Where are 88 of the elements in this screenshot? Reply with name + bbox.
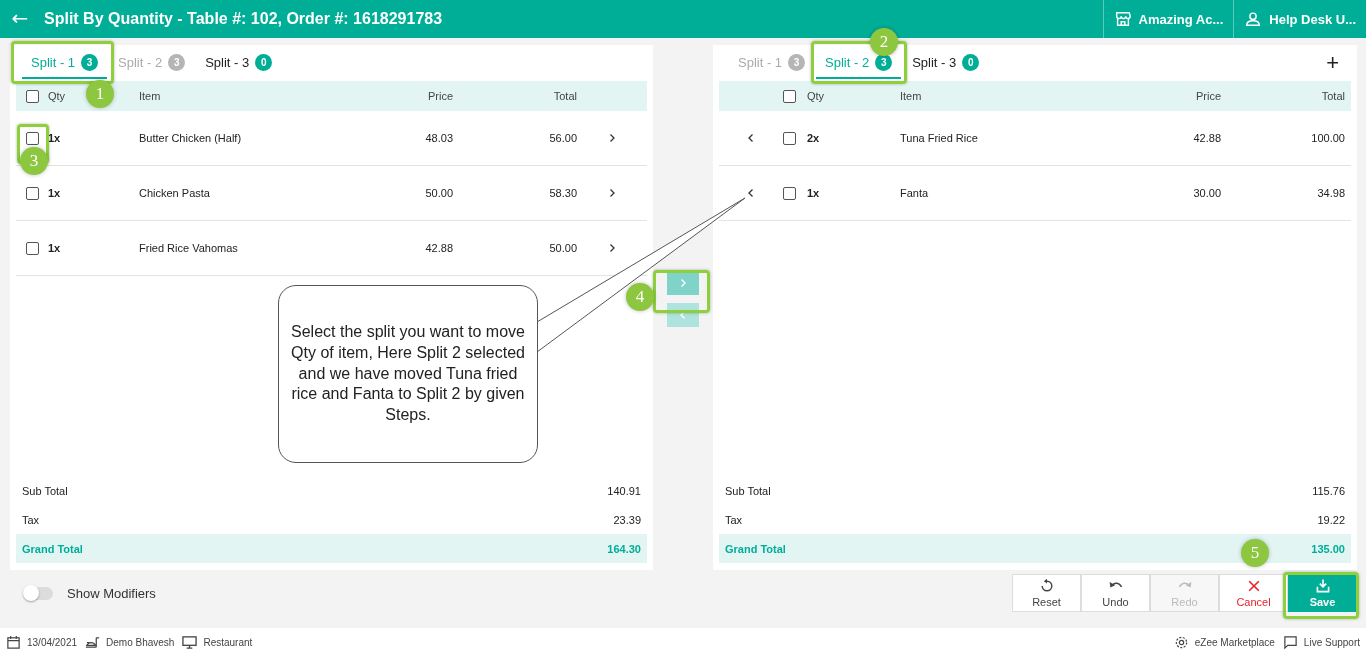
status-text: 13/04/2021 <box>27 637 78 648</box>
total-cell: 56.00 <box>549 132 577 144</box>
column-header: Price <box>1195 90 1221 102</box>
grand-total-value: 135.00 <box>1311 542 1345 555</box>
qty-cell: 2x <box>807 132 820 144</box>
column-header: Item <box>139 90 161 102</box>
grand-total-label: Grand Total <box>22 542 83 555</box>
footer-link[interactable]: Live Support <box>1303 637 1360 648</box>
download-icon <box>1314 578 1331 594</box>
count-badge: 3 <box>875 53 893 71</box>
grand-total-value: 164.30 <box>607 542 641 555</box>
outlet-menu[interactable]: Amazing Ac... <box>1102 0 1234 38</box>
page-title: Split By Quantity - Table #: 102, Order #: 1618291783 <box>44 10 444 28</box>
split-tab[interactable]: Split - 3 0 <box>903 47 989 79</box>
qty-cell: 1x <box>48 187 61 199</box>
chevron-left-icon[interactable] <box>746 133 756 143</box>
column-header: Item <box>900 90 922 102</box>
chevron-right-icon <box>678 278 688 288</box>
count-badge: 0 <box>255 53 273 71</box>
qty-cell: 1x <box>48 242 61 254</box>
user-icon <box>1244 10 1263 28</box>
total-value: 115.76 <box>1312 484 1345 497</box>
chevron-right-icon[interactable] <box>607 188 617 198</box>
grand-total-label: Grand Total <box>725 542 786 555</box>
price-cell: 42.88 <box>425 242 453 254</box>
total-value: 19.22 <box>1317 513 1345 526</box>
serving-tray-icon <box>85 635 101 650</box>
select-all-checkbox[interactable] <box>25 89 39 103</box>
qty-cell: 1x <box>807 187 820 199</box>
monitor-icon <box>182 635 198 650</box>
chevron-left-icon[interactable] <box>746 188 756 198</box>
total-label: Tax <box>725 513 743 526</box>
add-split-button[interactable]: + <box>1314 50 1351 76</box>
select-all-checkbox[interactable] <box>783 89 796 103</box>
item-cell: Fanta <box>900 187 929 199</box>
total-cell: 100.00 <box>1311 132 1345 144</box>
chevron-right-icon[interactable] <box>607 133 617 143</box>
total-value: 140.91 <box>607 484 641 497</box>
total-label: Sub Total <box>22 484 68 497</box>
highlight-frame <box>653 270 710 313</box>
cancel-button[interactable]: Cancel <box>1219 574 1288 612</box>
column-header: Qty <box>48 90 66 102</box>
total-label: Tax <box>22 513 40 526</box>
row-checkbox[interactable] <box>25 131 39 145</box>
settings-icon <box>1173 635 1189 650</box>
save-button[interactable]: Save <box>1288 574 1357 612</box>
column-header: Price <box>427 90 453 102</box>
back-button[interactable]: ← <box>0 6 36 32</box>
price-cell: 30.00 <box>1193 187 1221 199</box>
price-cell: 50.00 <box>425 187 453 199</box>
user-menu[interactable]: Help Desk U... <box>1233 0 1366 38</box>
count-badge: 3 <box>81 53 99 71</box>
count-badge: 3 <box>788 53 806 71</box>
toggle-switch[interactable] <box>24 586 53 600</box>
column-header: Total <box>1321 90 1345 102</box>
row-checkbox[interactable] <box>783 131 796 145</box>
reset-button[interactable]: Reset <box>1012 574 1081 612</box>
item-cell: Fried Rice Vahomas <box>139 242 238 254</box>
undo-button[interactable]: Undo <box>1081 574 1150 612</box>
split-tab[interactable]: Split - 1 3 <box>22 47 108 79</box>
total-cell: 34.98 <box>1317 187 1345 199</box>
row-checkbox[interactable] <box>783 186 796 200</box>
item-cell: Chicken Pasta <box>139 187 210 199</box>
row-checkbox[interactable] <box>25 241 39 255</box>
price-cell: 48.03 <box>425 132 453 144</box>
chevron-right-icon[interactable] <box>607 243 617 253</box>
calendar-icon <box>6 635 21 650</box>
status-text: Demo Bhavesh <box>106 637 175 648</box>
footer-link[interactable]: eZee Marketplace <box>1194 637 1275 648</box>
column-header: Total <box>553 90 577 102</box>
count-badge: 3 <box>168 53 186 71</box>
count-badge: 0 <box>962 53 980 71</box>
callout-text: Select the split you want to move Qty of item, Here Split 2 selected and we have moved Tuna fried rice and Fanta to Split 2 by given Steps. <box>278 285 538 463</box>
total-label: Sub Total <box>725 484 771 497</box>
store-icon <box>1113 10 1132 28</box>
item-cell: Tuna Fried Rice <box>900 132 978 144</box>
row-checkbox[interactable] <box>25 186 39 200</box>
chat-icon <box>1282 635 1298 650</box>
total-value: 23.39 <box>613 513 641 526</box>
column-header: Qty <box>807 90 825 102</box>
price-cell: 42.88 <box>1193 132 1221 144</box>
status-text: Restaurant <box>203 637 253 648</box>
qty-cell: 1x <box>48 132 61 144</box>
total-cell: 58.30 <box>549 187 577 199</box>
toggle-label: Show Modifiers <box>67 585 156 601</box>
split-tab[interactable]: Split - 3 0 <box>196 47 282 79</box>
total-cell: 50.00 <box>549 242 577 254</box>
item-cell: Butter Chicken (Half) <box>139 132 242 144</box>
